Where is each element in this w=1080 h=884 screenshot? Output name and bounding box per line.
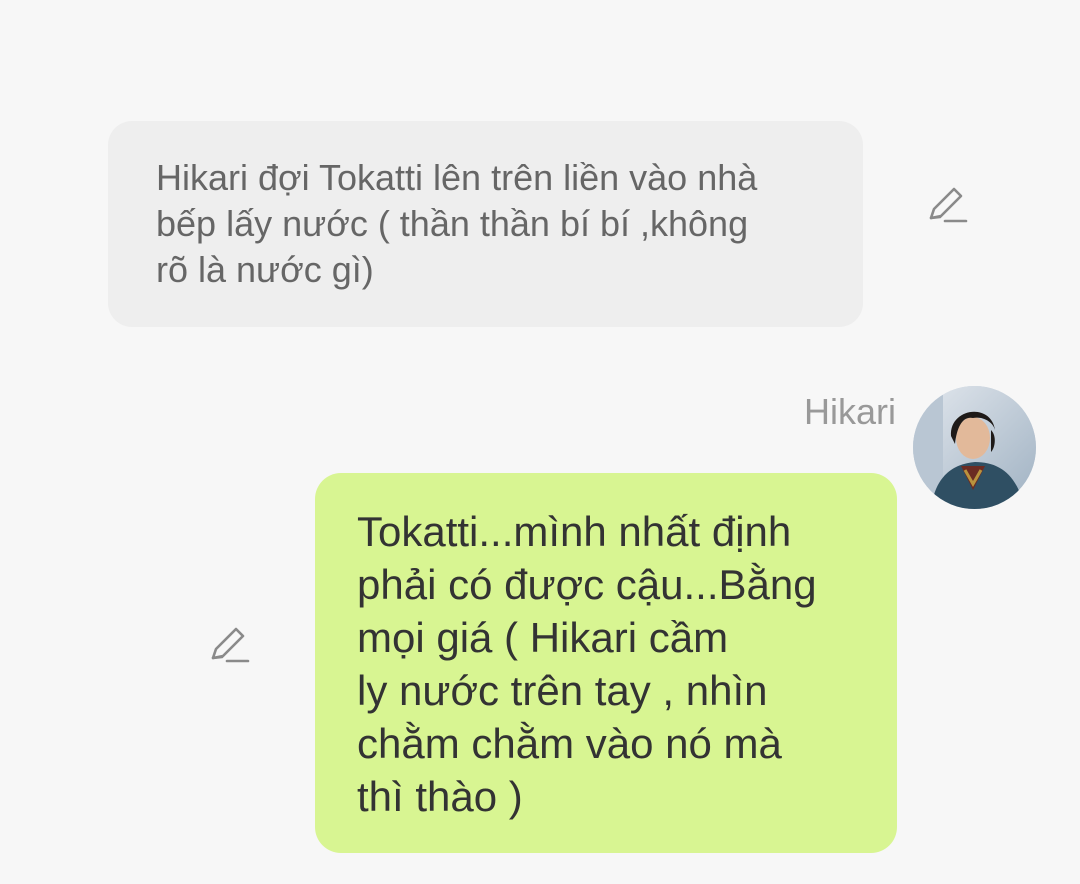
narration-bubble[interactable]: Hikari đợi Tokatti lên trên liền vào nhà…: [108, 121, 863, 327]
narration-text: Hikari đợi Tokatti lên trên liền vào nhà…: [156, 157, 758, 290]
chat-view: Hikari đợi Tokatti lên trên liền vào nhà…: [0, 0, 1080, 884]
edit-icon[interactable]: [208, 624, 252, 668]
sender-name: Hikari: [803, 391, 896, 432]
message-text: Tokatti...mình nhất định phải có được cậ…: [357, 508, 817, 820]
avatar[interactable]: [913, 386, 1036, 509]
edit-icon[interactable]: [926, 184, 970, 228]
message-bubble[interactable]: Tokatti...mình nhất định phải có được cậ…: [315, 473, 897, 853]
